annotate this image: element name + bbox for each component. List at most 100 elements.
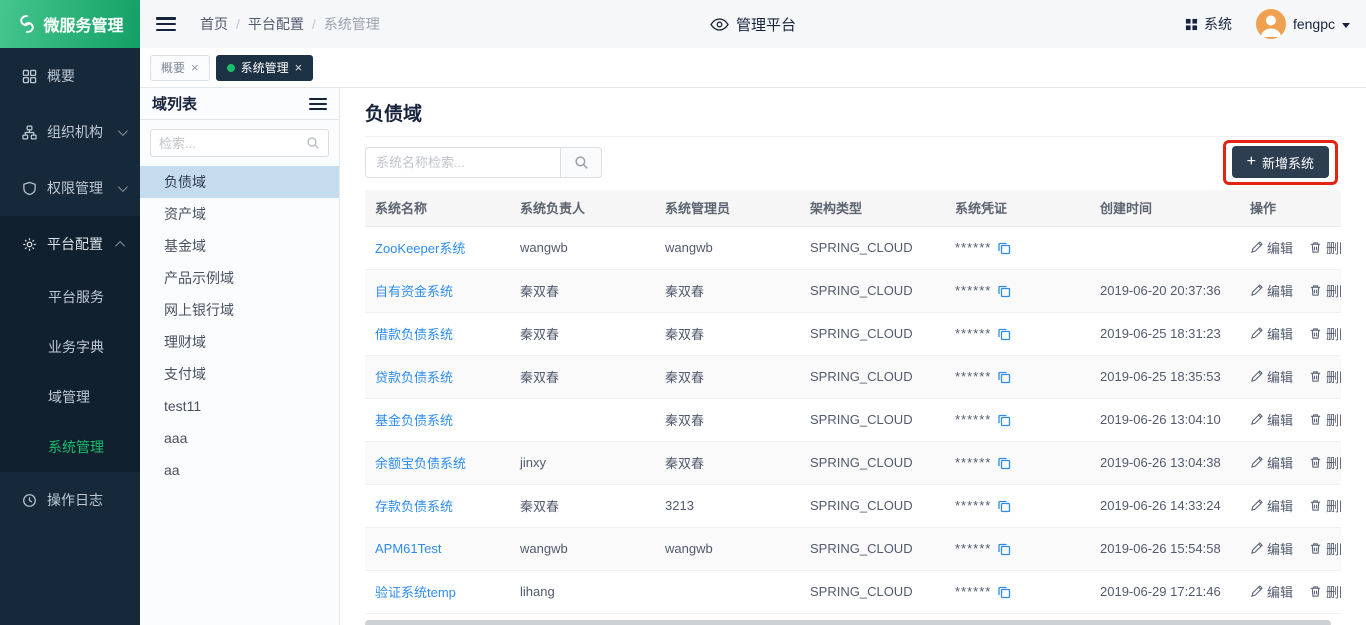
domain-item-label: aa xyxy=(164,462,180,478)
copy-icon[interactable] xyxy=(997,499,1011,513)
credential-mask: ****** xyxy=(955,455,991,470)
close-icon[interactable]: × xyxy=(295,61,303,74)
domain-search-input[interactable] xyxy=(159,136,300,151)
trash-icon xyxy=(1309,241,1322,254)
domain-list-item[interactable]: 理财域 xyxy=(140,326,339,358)
copy-icon[interactable] xyxy=(997,370,1011,384)
sidebar-item-overview[interactable]: 概要 xyxy=(0,48,140,104)
domain-panel-menu-icon[interactable] xyxy=(309,98,327,110)
edit-button[interactable]: 编辑 xyxy=(1250,496,1293,515)
system-name-link[interactable]: ZooKeeper系统 xyxy=(375,241,465,256)
system-name-link[interactable]: APM61Test xyxy=(375,541,441,556)
shield-icon xyxy=(22,181,37,196)
delete-button[interactable]: 删除 xyxy=(1309,367,1341,386)
close-icon[interactable]: × xyxy=(191,61,199,74)
user-menu[interactable]: fengpc xyxy=(1256,9,1350,39)
edit-button[interactable]: 编辑 xyxy=(1250,582,1293,601)
delete-button[interactable]: 删除 xyxy=(1309,539,1341,558)
trash-icon xyxy=(1309,585,1322,598)
delete-button[interactable]: 删除 xyxy=(1309,496,1341,515)
sidebar-item-permissions[interactable]: 权限管理 xyxy=(0,160,140,216)
col-actions: 操作 xyxy=(1240,190,1341,226)
copy-icon[interactable] xyxy=(997,456,1011,470)
delete-button[interactable]: 删除 xyxy=(1309,324,1341,343)
toolbar: + 新增系统 xyxy=(365,146,1341,178)
breadcrumb-home[interactable]: 首页 xyxy=(200,14,228,34)
domain-list-item[interactable]: 资产域 xyxy=(140,198,339,230)
edit-button[interactable]: 编辑 xyxy=(1250,539,1293,558)
domain-list-item[interactable]: aaa xyxy=(140,422,339,454)
sidebar-item-operation-log[interactable]: 操作日志 xyxy=(0,472,140,528)
copy-icon[interactable] xyxy=(997,241,1011,255)
edit-icon xyxy=(1250,284,1263,297)
edit-label: 编辑 xyxy=(1267,496,1293,515)
system-name-link[interactable]: 贷款负债系统 xyxy=(375,370,453,385)
copy-icon[interactable] xyxy=(997,542,1011,556)
copy-icon[interactable] xyxy=(997,585,1011,599)
table-row: 余额宝负债系统 jinxy 秦双春 SPRING_CLOUD ****** 20… xyxy=(365,441,1341,484)
sidebar-subitem-business-dictionary[interactable]: 业务字典 xyxy=(0,322,140,372)
delete-button[interactable]: 删除 xyxy=(1309,281,1341,300)
eye-icon xyxy=(710,18,729,31)
domain-list-item[interactable]: 支付域 xyxy=(140,358,339,390)
system-name-link[interactable]: 存款负债系统 xyxy=(375,499,453,514)
trash-icon xyxy=(1309,370,1322,383)
edit-button[interactable]: 编辑 xyxy=(1250,367,1293,386)
horizontal-scrollbar[interactable] xyxy=(365,620,1331,625)
col-system-credential: 系统凭证 xyxy=(945,190,1090,226)
delete-button[interactable]: 删除 xyxy=(1309,410,1341,429)
domain-list-item[interactable]: 产品示例域 xyxy=(140,262,339,294)
system-menu[interactable]: 系统 xyxy=(1185,14,1232,34)
username: fengpc xyxy=(1293,16,1335,32)
tab-system-management[interactable]: 系统管理 × xyxy=(216,55,314,81)
system-search-input[interactable] xyxy=(365,147,560,178)
system-owner-cell: jinxy xyxy=(510,441,655,484)
gear-icon xyxy=(22,237,37,252)
system-name-link[interactable]: 验证系统temp xyxy=(375,585,456,600)
domain-panel: 域列表 负债域 资产域 基金域 产品示例域 网上银行域 理财域 支付域 test… xyxy=(140,88,340,625)
system-name-link[interactable]: 余额宝负债系统 xyxy=(375,456,466,471)
delete-label: 删除 xyxy=(1326,367,1341,386)
page-title: 负债域 xyxy=(365,88,1341,137)
actions-cell: 编辑 删除 xyxy=(1250,270,1341,312)
created-time-cell: 2019-06-26 13:04:10 xyxy=(1090,398,1240,441)
tab-overview[interactable]: 概要 × xyxy=(150,55,210,81)
edit-button[interactable]: 编辑 xyxy=(1250,410,1293,429)
breadcrumb-platform-config[interactable]: 平台配置 xyxy=(248,14,304,34)
sidebar-subitem-platform-service[interactable]: 平台服务 xyxy=(0,272,140,322)
sidebar-subitem-system-management[interactable]: 系统管理 xyxy=(0,422,140,472)
system-admin-cell: wangwb xyxy=(655,226,800,269)
menu-toggle-icon[interactable] xyxy=(156,17,176,31)
breadcrumb-separator: / xyxy=(236,16,240,32)
edit-button[interactable]: 编辑 xyxy=(1250,281,1293,300)
add-system-button[interactable]: + 新增系统 xyxy=(1232,146,1329,178)
search-button[interactable] xyxy=(560,147,602,178)
copy-icon[interactable] xyxy=(997,413,1011,427)
system-admin-cell: 秦双春 xyxy=(655,269,800,312)
copy-icon[interactable] xyxy=(997,327,1011,341)
system-name-link[interactable]: 基金负债系统 xyxy=(375,413,453,428)
edit-button[interactable]: 编辑 xyxy=(1250,453,1293,472)
sidebar-subitem-domain-management[interactable]: 域管理 xyxy=(0,372,140,422)
edit-label: 编辑 xyxy=(1267,238,1293,257)
domain-list-item[interactable]: 网上银行域 xyxy=(140,294,339,326)
domain-list-item[interactable]: aa xyxy=(140,454,339,486)
org-chart-icon xyxy=(22,125,37,140)
delete-button[interactable]: 删除 xyxy=(1309,582,1341,601)
delete-button[interactable]: 删除 xyxy=(1309,453,1341,472)
edit-button[interactable]: 编辑 xyxy=(1250,324,1293,343)
domain-list-item[interactable]: test11 xyxy=(140,390,339,422)
plus-icon: + xyxy=(1247,154,1256,170)
sidebar-item-platform-config[interactable]: 平台配置 xyxy=(0,216,140,272)
col-system-admin: 系统管理员 xyxy=(655,190,800,226)
edit-button[interactable]: 编辑 xyxy=(1250,238,1293,257)
system-name-link[interactable]: 借款负债系统 xyxy=(375,327,453,342)
domain-list-item[interactable]: 基金域 xyxy=(140,230,339,262)
sidebar: 概要 组织机构 权限管理 平台配置 xyxy=(0,48,140,625)
system-name-link[interactable]: 自有资金系统 xyxy=(375,284,453,299)
sidebar-item-organization[interactable]: 组织机构 xyxy=(0,104,140,160)
delete-button[interactable]: 删除 xyxy=(1309,238,1341,257)
edit-icon xyxy=(1250,499,1263,512)
copy-icon[interactable] xyxy=(997,284,1011,298)
domain-list-item[interactable]: 负债域 xyxy=(140,166,339,198)
